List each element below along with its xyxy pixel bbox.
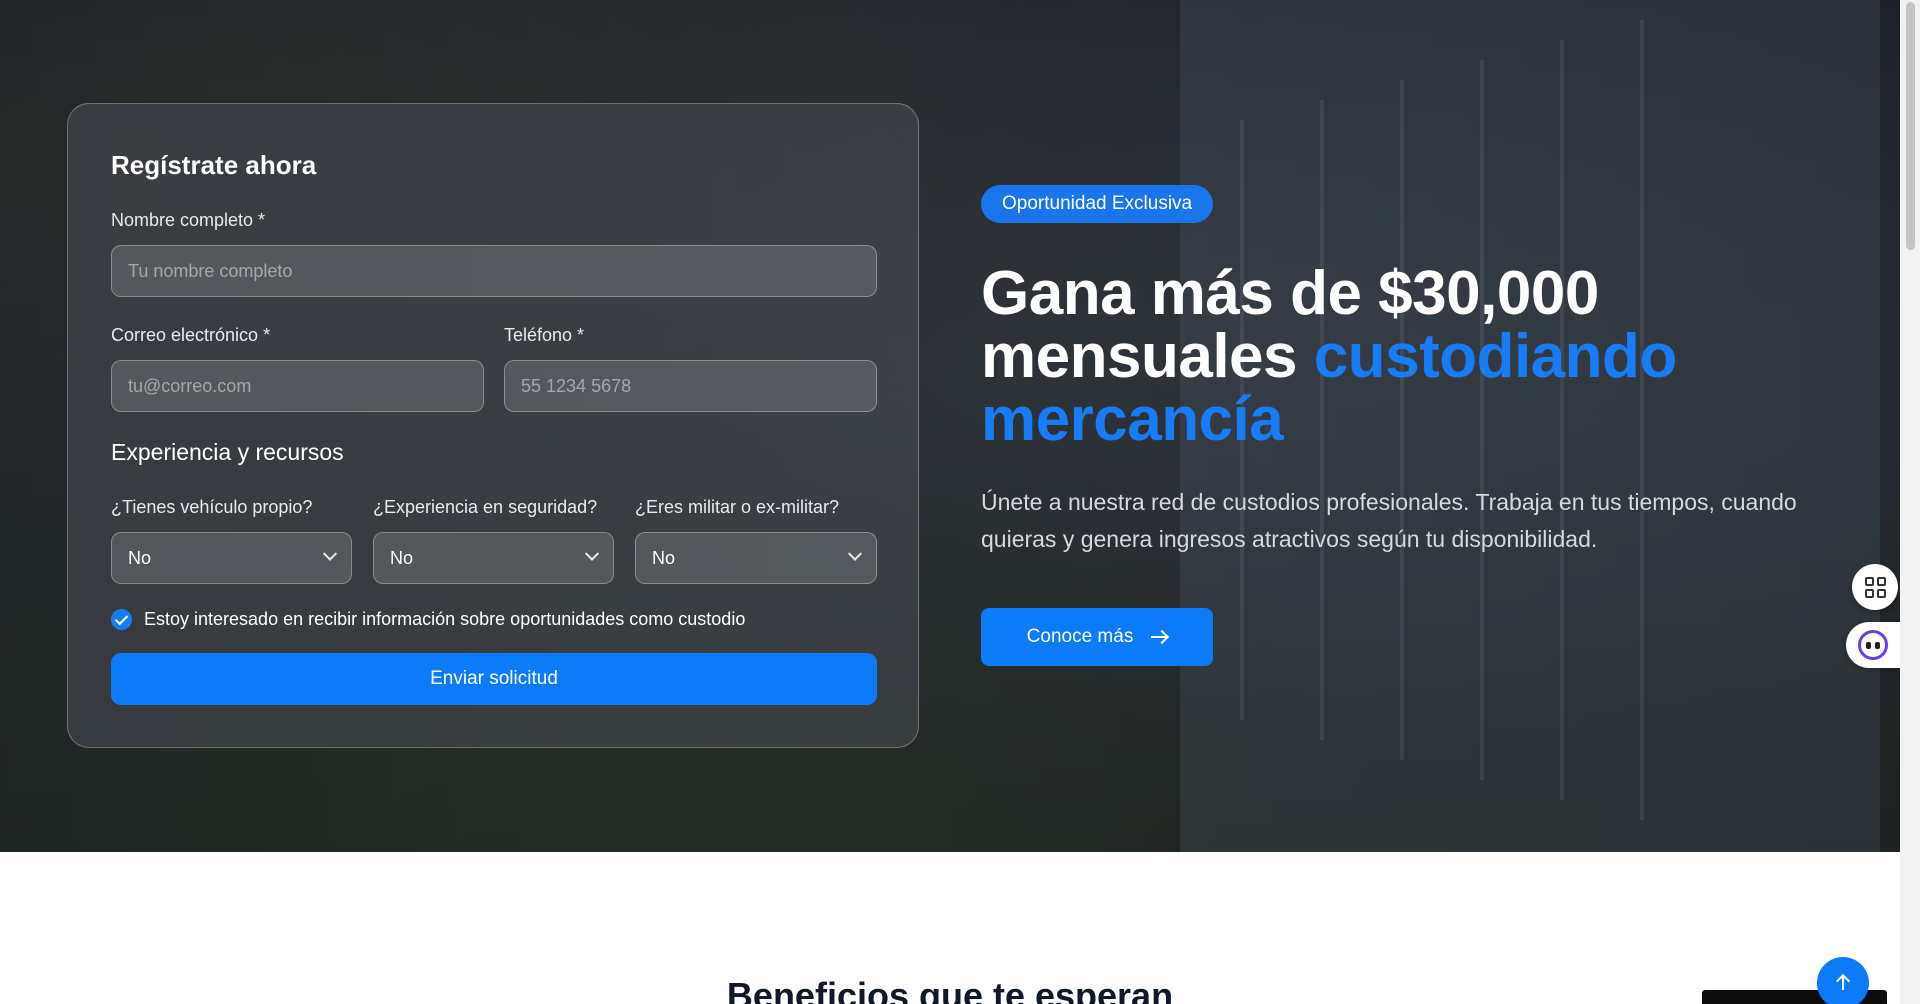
submit-button[interactable]: Enviar solicitud bbox=[111, 653, 877, 705]
hero-section: Regístrate ahora Nombre completo * Tu no… bbox=[0, 0, 1900, 852]
assistant-bot-icon bbox=[1858, 630, 1888, 660]
military-select[interactable]: No bbox=[635, 532, 877, 584]
scrollbar-thumb[interactable] bbox=[1906, 2, 1915, 250]
arrow-right-icon bbox=[1151, 636, 1168, 638]
name-input[interactable]: Tu nombre completo bbox=[111, 245, 877, 297]
name-placeholder: Tu nombre completo bbox=[128, 260, 293, 281]
chevron-down-icon bbox=[847, 546, 863, 561]
phone-label: Teléfono * bbox=[504, 325, 585, 345]
assistant-button[interactable] bbox=[1846, 622, 1900, 668]
consent-checkbox[interactable] bbox=[111, 609, 132, 630]
chevron-down-icon bbox=[322, 546, 338, 561]
military-value: No bbox=[652, 547, 676, 568]
vehicle-value: No bbox=[128, 547, 152, 568]
name-label: Nombre completo * bbox=[111, 210, 266, 230]
consent-row: Estoy interesado en recibir información … bbox=[111, 609, 745, 630]
experience-section-title: Experiencia y recursos bbox=[111, 439, 344, 465]
hero-subtitle: Únete a nuestra red de custodios profesi… bbox=[981, 489, 1797, 552]
chevron-down-icon bbox=[584, 546, 600, 561]
vehicle-label: ¿Tienes vehículo propio? bbox=[111, 497, 313, 517]
benefits-title: Beneficios que te esperan bbox=[726, 975, 1174, 1004]
learn-more-button[interactable]: Conoce más bbox=[981, 608, 1213, 666]
hero-headline: Gana más de $30,000 mensuales custodiand… bbox=[981, 262, 1801, 451]
exclusive-badge: Oportunidad Exclusiva bbox=[981, 185, 1214, 223]
security-label: ¿Experiencia en seguridad? bbox=[373, 497, 598, 517]
security-value: No bbox=[390, 547, 414, 568]
form-title: Regístrate ahora bbox=[111, 150, 317, 180]
military-label: ¿Eres militar o ex-militar? bbox=[635, 497, 840, 517]
arrow-up-icon bbox=[1842, 976, 1844, 990]
email-placeholder: tu@correo.com bbox=[128, 375, 252, 396]
apps-grid-icon bbox=[1864, 576, 1886, 598]
phone-placeholder: 55 1234 5678 bbox=[521, 375, 632, 396]
consent-text: Estoy interesado en recibir información … bbox=[144, 609, 746, 629]
security-select[interactable]: No bbox=[373, 532, 614, 584]
learn-more-label: Conoce más bbox=[1026, 626, 1134, 647]
registration-form-card: Regístrate ahora Nombre completo * Tu no… bbox=[67, 103, 919, 748]
phone-input[interactable]: 55 1234 5678 bbox=[504, 360, 877, 412]
email-input[interactable]: tu@correo.com bbox=[111, 360, 484, 412]
vehicle-select[interactable]: No bbox=[111, 532, 352, 584]
apps-grid-button[interactable] bbox=[1852, 564, 1898, 610]
email-label: Correo electrónico * bbox=[111, 325, 271, 345]
page-scrollbar[interactable] bbox=[1900, 0, 1920, 1004]
scroll-to-top-button[interactable] bbox=[1817, 957, 1869, 1004]
